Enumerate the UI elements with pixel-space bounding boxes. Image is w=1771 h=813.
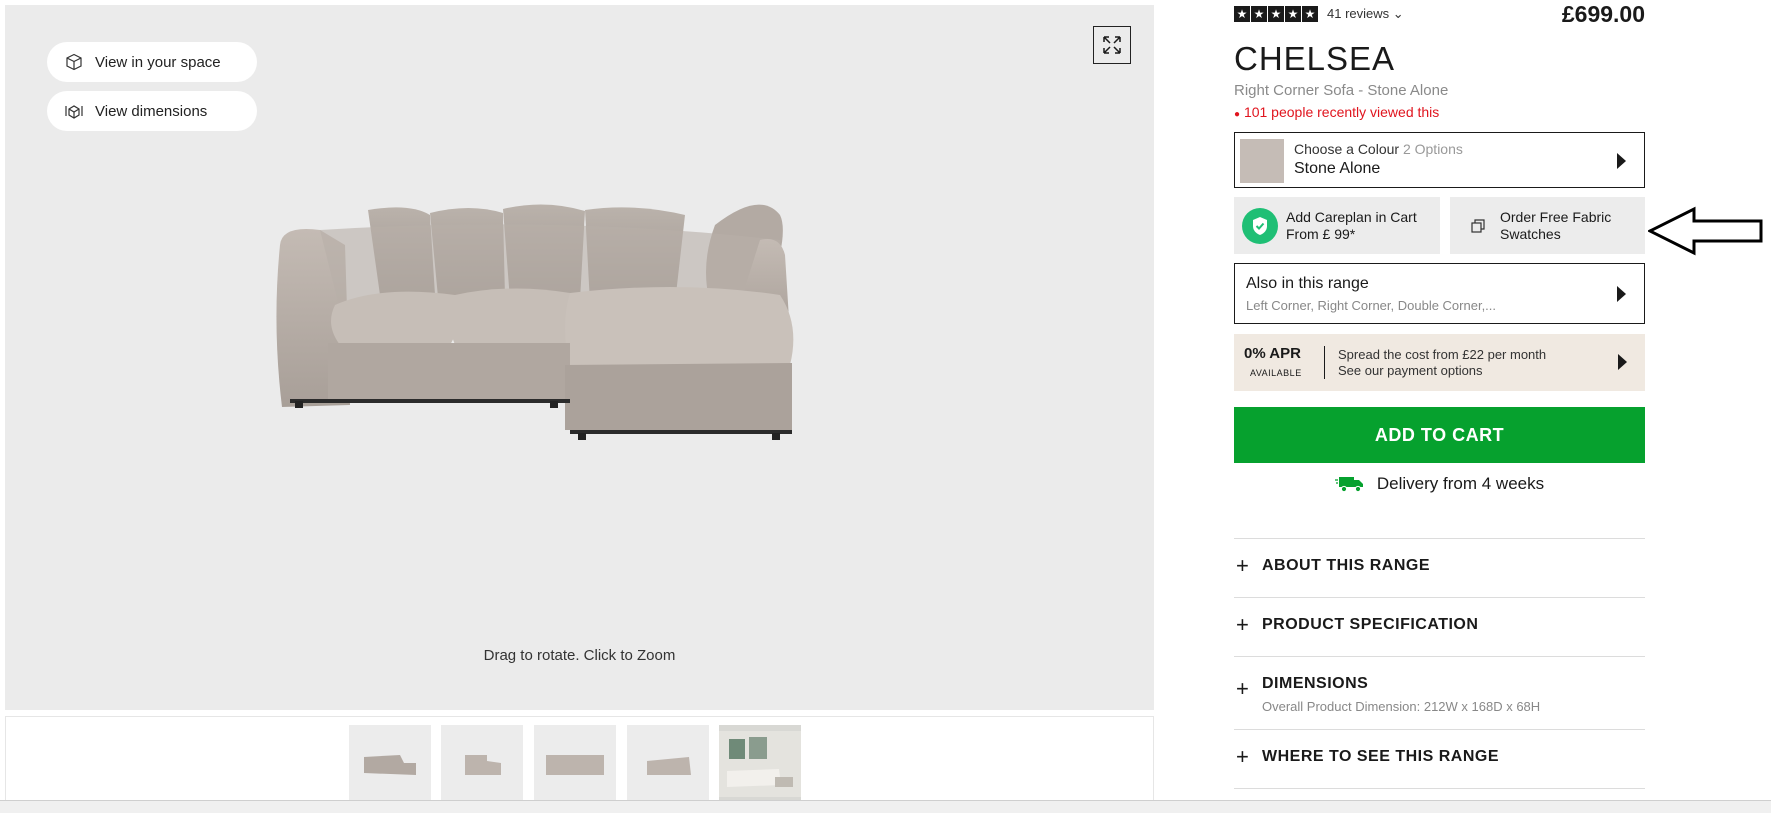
- shield-check-icon: [1242, 207, 1278, 244]
- reviews-label: 41 reviews: [1327, 6, 1390, 21]
- copy-icon: [1471, 218, 1485, 233]
- sofa-thumbnail-icon: [647, 757, 691, 775]
- flame-icon: ●: [1234, 109, 1241, 120]
- view-in-space-button[interactable]: View in your space: [47, 42, 257, 82]
- colour-value: Stone Alone: [1294, 160, 1381, 177]
- star-rating: ★ ★ ★ ★ ★: [1234, 6, 1319, 22]
- colour-options-count: 2 Options: [1402, 141, 1463, 157]
- accordion-about-range[interactable]: + ABOUT THIS RANGE: [1234, 538, 1645, 577]
- apr-rate: 0% APR: [1244, 345, 1301, 362]
- add-to-cart-button[interactable]: ADD TO CART: [1234, 407, 1645, 463]
- colour-swatch: [1240, 139, 1284, 183]
- sofa-image[interactable]: [260, 185, 920, 505]
- view-in-space-label: View in your space: [95, 53, 221, 71]
- colour-label: Choose a Colour: [1294, 141, 1400, 157]
- careplan-line2: From £ 99*: [1286, 225, 1356, 242]
- accordion-subtitle: Overall Product Dimension: 212W x 168D x…: [1262, 699, 1541, 714]
- swatches-line1: Order Free Fabric: [1500, 208, 1612, 225]
- view-dimensions-button[interactable]: View dimensions: [47, 91, 257, 131]
- divider: [1324, 346, 1325, 379]
- sofa-thumbnail-icon: [465, 755, 501, 775]
- careplan-line1: Add Careplan in Cart: [1286, 208, 1417, 225]
- finance-line2: See our payment options: [1338, 363, 1483, 378]
- finance-text: Spread the cost from £22 per month See o…: [1338, 347, 1546, 379]
- finance-banner[interactable]: 0% APR AVAILABLE Spread the cost from £2…: [1234, 334, 1645, 391]
- cube-icon: [66, 53, 82, 71]
- product-title: CHELSEA: [1234, 40, 1396, 77]
- plus-icon: +: [1236, 612, 1249, 637]
- delivery-text: Delivery from 4 weeks: [1376, 474, 1545, 493]
- thumbnail-5-room[interactable]: [719, 725, 801, 803]
- room-scene-icon: [719, 731, 801, 797]
- thumbnail-4[interactable]: [627, 725, 709, 803]
- delivery-truck-icon: [1334, 477, 1363, 493]
- product-viewer[interactable]: View in your space View dimensions Drag …: [5, 5, 1154, 710]
- careplan-text: Add Careplan in Cart From £ 99*: [1286, 209, 1417, 243]
- accordion-product-specification[interactable]: + PRODUCT SPECIFICATION: [1234, 597, 1645, 636]
- delivery-info: Delivery from 4 weeks: [1234, 472, 1645, 496]
- thumbnail-3[interactable]: [534, 725, 616, 803]
- swatches-line2: Swatches: [1500, 225, 1561, 242]
- price: £699.00: [1561, 1, 1645, 27]
- star-icon: ★: [1285, 6, 1301, 22]
- accordion-divider: [1234, 788, 1645, 789]
- accordion-dimensions[interactable]: + DIMENSIONS Overall Product Dimension: …: [1234, 656, 1645, 714]
- thumbnail-1[interactable]: [349, 725, 431, 803]
- plus-icon: +: [1236, 744, 1249, 769]
- star-icon: ★: [1234, 6, 1250, 22]
- reviews-link[interactable]: 41 reviews ⌄: [1327, 6, 1404, 22]
- plus-icon: +: [1236, 676, 1249, 701]
- colour-selector[interactable]: Choose a Colour 2 Options Stone Alone: [1234, 132, 1645, 188]
- order-swatches-button[interactable]: Order Free Fabric Swatches: [1450, 197, 1645, 254]
- swatches-text: Order Free Fabric Swatches: [1500, 209, 1611, 243]
- thumbnail-2[interactable]: [441, 725, 523, 803]
- careplan-button[interactable]: Add Careplan in Cart From £ 99*: [1234, 197, 1440, 254]
- dimensions-icon: [65, 105, 83, 119]
- caret-right-icon: [1617, 286, 1626, 302]
- caret-right-icon: [1618, 354, 1627, 370]
- accordion-where-to-see[interactable]: + WHERE TO SEE THIS RANGE: [1234, 729, 1645, 768]
- apr-available: AVAILABLE: [1250, 368, 1302, 378]
- chevron-down-icon: ⌄: [1392, 6, 1404, 21]
- also-in-range-selector[interactable]: Also in this range Left Corner, Right Co…: [1234, 263, 1645, 324]
- rating-row: ★ ★ ★ ★ ★ 41 reviews ⌄: [1234, 6, 1404, 22]
- expand-icon: [1103, 36, 1121, 54]
- range-items: Left Corner, Right Corner, Double Corner…: [1246, 298, 1497, 313]
- finance-line1: Spread the cost from £22 per month: [1338, 347, 1547, 362]
- recently-viewed-notice: ● 101 people recently viewed this: [1234, 104, 1439, 120]
- accordion-title: DIMENSIONS: [1262, 675, 1369, 692]
- star-icon: ★: [1302, 6, 1318, 22]
- view-dimensions-label: View dimensions: [95, 102, 208, 120]
- star-icon: ★: [1268, 6, 1284, 22]
- sofa-thumbnail-icon: [364, 755, 416, 775]
- accordion-title: ABOUT THIS RANGE: [1262, 557, 1430, 574]
- star-icon: ★: [1251, 6, 1267, 22]
- plus-icon: +: [1236, 553, 1249, 578]
- thumbnail-strip: [5, 716, 1154, 808]
- fullscreen-button[interactable]: [1093, 26, 1131, 64]
- accordion-title: PRODUCT SPECIFICATION: [1262, 616, 1479, 633]
- caret-right-icon: [1617, 153, 1626, 169]
- accordion-title: WHERE TO SEE THIS RANGE: [1262, 748, 1500, 765]
- drag-hint: Drag to rotate. Click to Zoom: [483, 647, 676, 664]
- annotation-arrow-icon: [1648, 206, 1763, 256]
- bottom-bar: [0, 800, 1771, 813]
- product-subtitle: Right Corner Sofa - Stone Alone: [1234, 82, 1449, 99]
- colour-label-row: Choose a Colour 2 Options: [1294, 141, 1463, 157]
- recently-viewed-text: 101 people recently viewed this: [1243, 104, 1440, 120]
- sofa-thumbnail-icon: [546, 755, 604, 775]
- range-title: Also in this range: [1246, 275, 1369, 292]
